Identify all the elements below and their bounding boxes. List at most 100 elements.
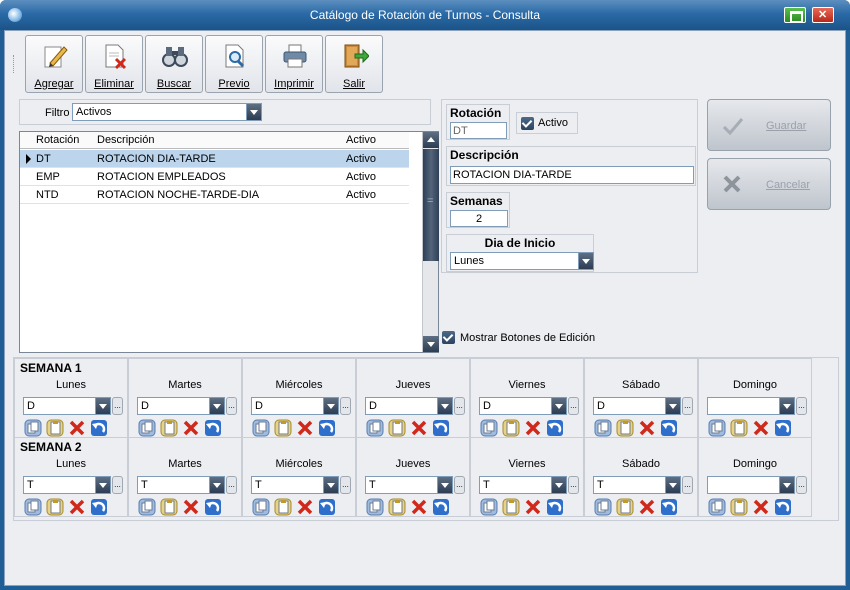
ellipsis-button[interactable]: ... (226, 397, 237, 415)
undo-icon[interactable] (203, 418, 223, 438)
toolbar-grip[interactable] (13, 55, 16, 73)
chevron-down-icon[interactable] (209, 477, 224, 493)
delete-icon[interactable] (67, 418, 87, 438)
title-bar[interactable]: Catálogo de Rotación de Turnos - Consult… (0, 0, 850, 30)
paste-icon[interactable] (159, 497, 179, 517)
activo-checkbox[interactable] (521, 117, 534, 130)
ellipsis-button[interactable]: ... (796, 397, 807, 415)
ellipsis-button[interactable]: ... (682, 476, 693, 494)
chevron-down-icon[interactable] (551, 398, 566, 414)
chevron-down-icon[interactable] (323, 398, 338, 414)
paste-icon[interactable] (273, 497, 293, 517)
paste-icon[interactable] (501, 497, 521, 517)
chevron-down-icon[interactable] (665, 398, 680, 414)
agregar-button[interactable]: Agregar (25, 35, 83, 93)
ellipsis-button[interactable]: ... (796, 476, 807, 494)
ellipsis-button[interactable]: ... (568, 476, 579, 494)
copy-icon[interactable] (365, 418, 385, 438)
undo-icon[interactable] (317, 418, 337, 438)
copy-icon[interactable] (251, 497, 271, 517)
chevron-down-icon[interactable] (437, 398, 452, 414)
paste-icon[interactable] (45, 497, 65, 517)
paste-icon[interactable] (45, 418, 65, 438)
table-row[interactable]: DT ROTACION DIA-TARDE Activo (20, 150, 409, 168)
ellipsis-button[interactable]: ... (340, 397, 351, 415)
delete-icon[interactable] (409, 497, 429, 517)
shift-dropdown[interactable]: T (251, 476, 339, 494)
undo-icon[interactable] (773, 497, 793, 517)
undo-icon[interactable] (545, 418, 565, 438)
ellipsis-button[interactable]: ... (340, 476, 351, 494)
scroll-thumb[interactable] (423, 149, 439, 261)
rotacion-input[interactable]: DT (450, 122, 507, 139)
chevron-down-icon[interactable] (578, 253, 593, 269)
shift-dropdown[interactable]: T (365, 476, 453, 494)
eliminar-button[interactable]: Eliminar (85, 35, 143, 93)
paste-icon[interactable] (501, 418, 521, 438)
paste-icon[interactable] (729, 497, 749, 517)
semanas-input[interactable]: 2 (450, 210, 508, 227)
delete-icon[interactable] (637, 497, 657, 517)
delete-icon[interactable] (637, 418, 657, 438)
guardar-button[interactable]: Guardar (707, 99, 831, 151)
copy-icon[interactable] (479, 418, 499, 438)
copy-icon[interactable] (365, 497, 385, 517)
shift-dropdown[interactable] (707, 397, 795, 415)
paste-icon[interactable] (729, 418, 749, 438)
ellipsis-button[interactable]: ... (112, 397, 123, 415)
ellipsis-button[interactable]: ... (682, 397, 693, 415)
chevron-down-icon[interactable] (551, 477, 566, 493)
copy-icon[interactable] (707, 418, 727, 438)
chevron-down-icon[interactable] (779, 477, 794, 493)
delete-icon[interactable] (523, 497, 543, 517)
paste-icon[interactable] (387, 497, 407, 517)
delete-icon[interactable] (181, 497, 201, 517)
shift-dropdown[interactable]: D (365, 397, 453, 415)
shift-dropdown[interactable] (707, 476, 795, 494)
chevron-down-icon[interactable] (95, 477, 110, 493)
delete-icon[interactable] (295, 418, 315, 438)
chevron-down-icon[interactable] (95, 398, 110, 414)
copy-icon[interactable] (137, 497, 157, 517)
shift-dropdown[interactable]: T (593, 476, 681, 494)
undo-icon[interactable] (431, 418, 451, 438)
delete-icon[interactable] (751, 418, 771, 438)
chevron-down-icon[interactable] (665, 477, 680, 493)
chevron-down-icon[interactable] (323, 477, 338, 493)
shift-dropdown[interactable]: D (593, 397, 681, 415)
copy-icon[interactable] (137, 418, 157, 438)
chevron-down-icon[interactable] (779, 398, 794, 414)
ellipsis-button[interactable]: ... (568, 397, 579, 415)
ellipsis-button[interactable]: ... (454, 397, 465, 415)
salir-button[interactable]: Salir (325, 35, 383, 93)
copy-icon[interactable] (251, 418, 271, 438)
shift-dropdown[interactable]: T (23, 476, 111, 494)
vertical-scrollbar[interactable] (422, 132, 439, 352)
table-row[interactable]: EMP ROTACION EMPLEADOS Activo (20, 168, 409, 186)
undo-icon[interactable] (773, 418, 793, 438)
column-header-rotacion[interactable]: Rotación (36, 134, 79, 146)
delete-icon[interactable] (181, 418, 201, 438)
ellipsis-button[interactable]: ... (226, 476, 237, 494)
delete-icon[interactable] (523, 418, 543, 438)
paste-icon[interactable] (273, 418, 293, 438)
ellipsis-button[interactable]: ... (112, 476, 123, 494)
delete-icon[interactable] (751, 497, 771, 517)
undo-icon[interactable] (431, 497, 451, 517)
copy-icon[interactable] (707, 497, 727, 517)
filter-dropdown[interactable]: Activos (72, 103, 262, 121)
copy-icon[interactable] (593, 497, 613, 517)
chevron-down-icon[interactable] (437, 477, 452, 493)
mostrar-botones-checkbox[interactable] (442, 331, 455, 344)
delete-icon[interactable] (409, 418, 429, 438)
shift-dropdown[interactable]: T (479, 476, 567, 494)
delete-icon[interactable] (67, 497, 87, 517)
copy-icon[interactable] (479, 497, 499, 517)
copy-icon[interactable] (23, 418, 43, 438)
chevron-down-icon[interactable] (246, 104, 261, 120)
column-header-descripcion[interactable]: Descripción (97, 134, 154, 146)
previo-button[interactable]: Previo (205, 35, 263, 93)
copy-icon[interactable] (593, 418, 613, 438)
delete-icon[interactable] (295, 497, 315, 517)
scroll-down-icon[interactable] (423, 336, 439, 352)
